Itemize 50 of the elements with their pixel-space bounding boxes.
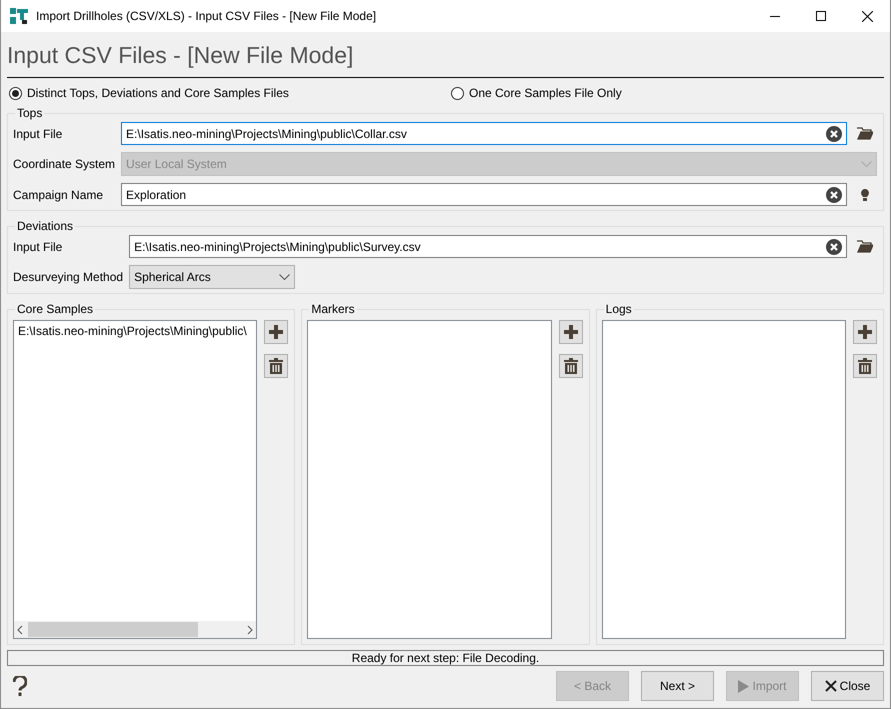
trash-icon	[269, 358, 284, 374]
field-label: Desurveying Method	[13, 270, 124, 284]
file-list[interactable]: E:\Isatis.neo-mining\Projects\Mining\public\	[13, 320, 258, 639]
input-field[interactable]: Exploration	[121, 183, 847, 206]
trash-icon	[564, 358, 578, 374]
status-bar: Ready for next step: File Decoding.	[7, 650, 884, 666]
field-label: Campaign Name	[13, 188, 104, 202]
play-icon	[738, 680, 750, 692]
delete-button[interactable]	[264, 354, 288, 378]
close-x-icon	[824, 680, 837, 692]
group-title: Core Samples	[16, 302, 94, 316]
input-field[interactable]: E:\Isatis.neo-mining\Projects\Mining\public\Collar.csv	[121, 122, 847, 145]
plus-icon	[858, 325, 872, 339]
radio-option[interactable]: Distinct Tops, Deviations and Core Samples Files	[9, 86, 451, 100]
plus-icon	[564, 325, 578, 339]
trash-icon	[858, 358, 872, 374]
folder-icon[interactable]	[857, 240, 873, 253]
close-icon[interactable]	[862, 10, 872, 22]
add-button[interactable]	[852, 320, 877, 344]
plus-icon	[269, 325, 284, 339]
delete-button[interactable]	[852, 354, 877, 378]
group-title: Deviations	[16, 219, 74, 233]
group-title: Logs	[604, 302, 633, 316]
clear-icon[interactable]	[826, 186, 842, 202]
group-title: Markers	[310, 302, 356, 316]
help-icon[interactable]	[13, 676, 27, 696]
radio-option[interactable]: One Core Samples File Only	[451, 86, 622, 100]
field-label: Input File	[13, 240, 64, 254]
folder-icon[interactable]	[857, 127, 873, 140]
input-field[interactable]: E:\Isatis.neo-mining\Projects\Mining\public\Survey.csv	[129, 235, 847, 258]
chevron-down-icon	[861, 161, 872, 167]
chevron-down-icon	[279, 274, 290, 280]
clear-icon[interactable]	[826, 238, 842, 254]
delete-button[interactable]	[558, 354, 583, 378]
add-button[interactable]	[558, 320, 583, 344]
add-button[interactable]	[264, 320, 288, 344]
list-item[interactable]: E:\Isatis.neo-mining\Projects\Mining\public\	[18, 324, 252, 338]
window-title: Import Drillholes (CSV/XLS) - Input CSV Files - [New File Mode]	[36, 9, 378, 23]
field-label: Coordinate System	[13, 157, 116, 171]
horizontal-scrollbar[interactable]	[14, 621, 256, 638]
field-label: Input File	[13, 126, 64, 140]
dialog-button[interactable]: Next >	[641, 671, 714, 701]
dialog-button[interactable]: Close	[811, 671, 884, 701]
group-title: Tops	[16, 106, 44, 120]
page-heading: Input CSV Files - [New File Mode]	[7, 41, 354, 70]
clear-icon[interactable]	[826, 126, 842, 142]
maximize-icon[interactable]	[816, 11, 826, 21]
lightbulb-icon[interactable]	[861, 188, 869, 200]
dropdown[interactable]: Spherical Arcs	[129, 265, 296, 289]
app-logo-icon	[10, 8, 28, 24]
